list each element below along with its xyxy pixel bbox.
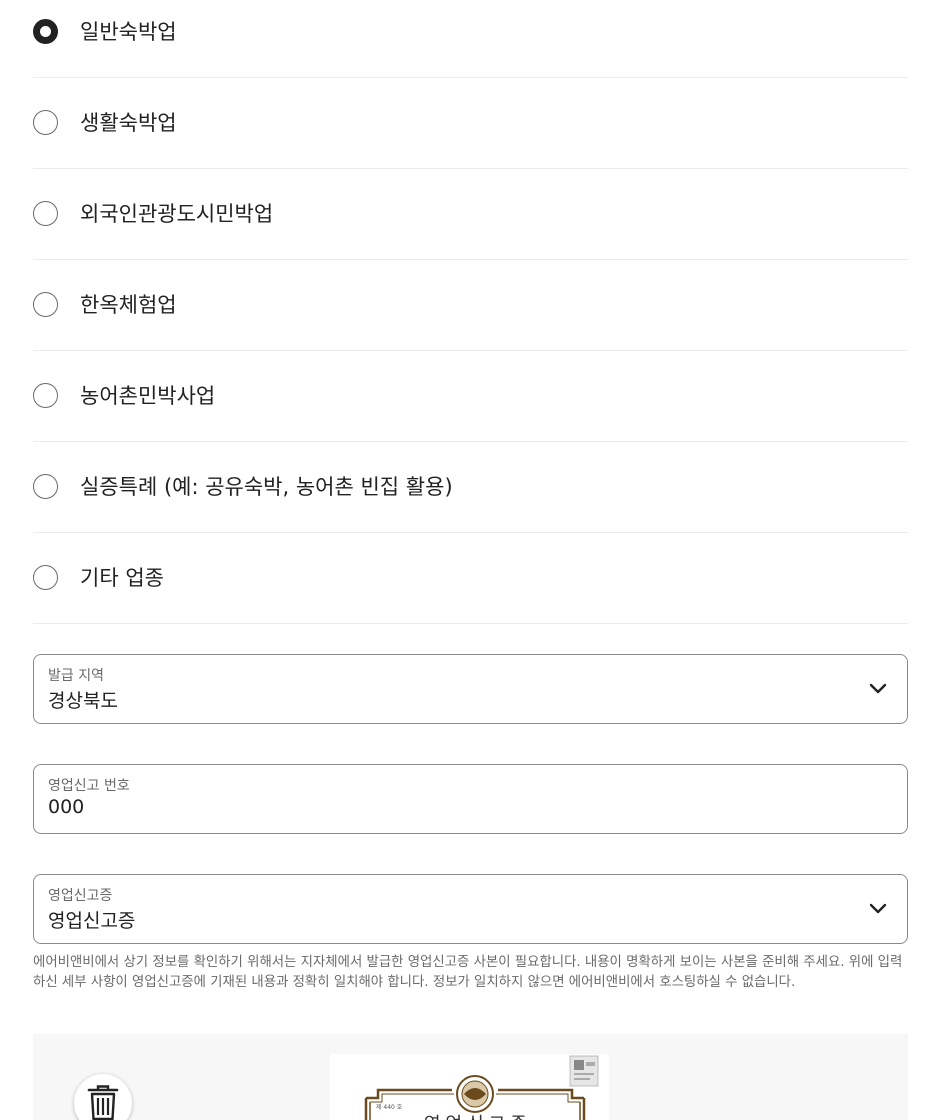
document-type-value: 영업신고증 [48, 910, 136, 932]
radio-option-label: 농어촌민박사업 [80, 384, 216, 408]
chevron-down-icon[interactable] [869, 681, 887, 695]
radio-button-icon[interactable] [33, 292, 58, 317]
license-number-label: 영업신고 번호 [48, 778, 130, 794]
business-type-radio-group: 일반숙박업 생활숙박업 외국인관광도시민박업 한옥체험업 농어촌민박사업 실증특… [33, 0, 908, 624]
radio-option-rural-homestay[interactable]: 농어촌민박사업 [33, 351, 908, 442]
document-type-select[interactable]: 영업신고증 영업신고증 [33, 874, 908, 944]
trash-icon [87, 1085, 119, 1120]
help-text: 에어비앤비에서 상기 정보를 확인하기 위해서는 지자체에서 발급한 영업신고증… [33, 955, 903, 990]
radio-button-icon[interactable] [33, 19, 58, 44]
business-registration-form: 일반숙박업 생활숙박업 외국인관광도시민박업 한옥체험업 농어촌민박사업 실증특… [0, 0, 941, 1120]
radio-option-label: 실증특례 (예: 공유숙박, 농어촌 빈집 활용) [80, 475, 453, 499]
radio-option-residential-lodging[interactable]: 생활숙박업 [33, 78, 908, 169]
certificate-number: 제 440 호 [376, 1104, 403, 1111]
document-type-label: 영업신고증 [48, 888, 113, 904]
radio-option-regulatory-sandbox[interactable]: 실증특례 (예: 공유숙박, 농어촌 빈집 활용) [33, 442, 908, 533]
radio-option-label: 생활숙박업 [80, 111, 177, 135]
radio-option-foreigner-tourism-homestay[interactable]: 외국인관광도시민박업 [33, 169, 908, 260]
delete-button[interactable] [74, 1074, 132, 1120]
radio-button-icon[interactable] [33, 474, 58, 499]
region-select-value: 경상북도 [48, 690, 118, 712]
radio-option-label: 일반숙박업 [80, 20, 177, 44]
radio-button-icon[interactable] [33, 201, 58, 226]
radio-option-other[interactable]: 기타 업종 [33, 533, 908, 624]
license-number-value[interactable]: 000 [48, 796, 84, 818]
region-select-label: 발급 지역 [48, 668, 104, 684]
radio-option-label: 한옥체험업 [80, 293, 177, 317]
region-select[interactable]: 발급 지역 경상북도 [33, 654, 908, 724]
radio-option-label: 외국인관광도시민박업 [80, 202, 274, 226]
certificate-thumbnail: 제 440 호 영업신고증 [330, 1054, 609, 1120]
radio-option-label: 기타 업종 [80, 566, 164, 590]
radio-button-icon[interactable] [33, 383, 58, 408]
radio-button-icon[interactable] [33, 565, 58, 590]
radio-option-hanok-experience[interactable]: 한옥체험업 [33, 260, 908, 351]
uploaded-document-preview: 제 440 호 영업신고증 [33, 1034, 908, 1120]
radio-button-icon[interactable] [33, 110, 58, 135]
radio-option-general-lodging[interactable]: 일반숙박업 [33, 0, 908, 78]
chevron-down-icon[interactable] [869, 901, 887, 915]
license-number-input[interactable]: 영업신고 번호 000 [33, 764, 908, 834]
certificate-title: 영업신고증 [424, 1110, 532, 1120]
